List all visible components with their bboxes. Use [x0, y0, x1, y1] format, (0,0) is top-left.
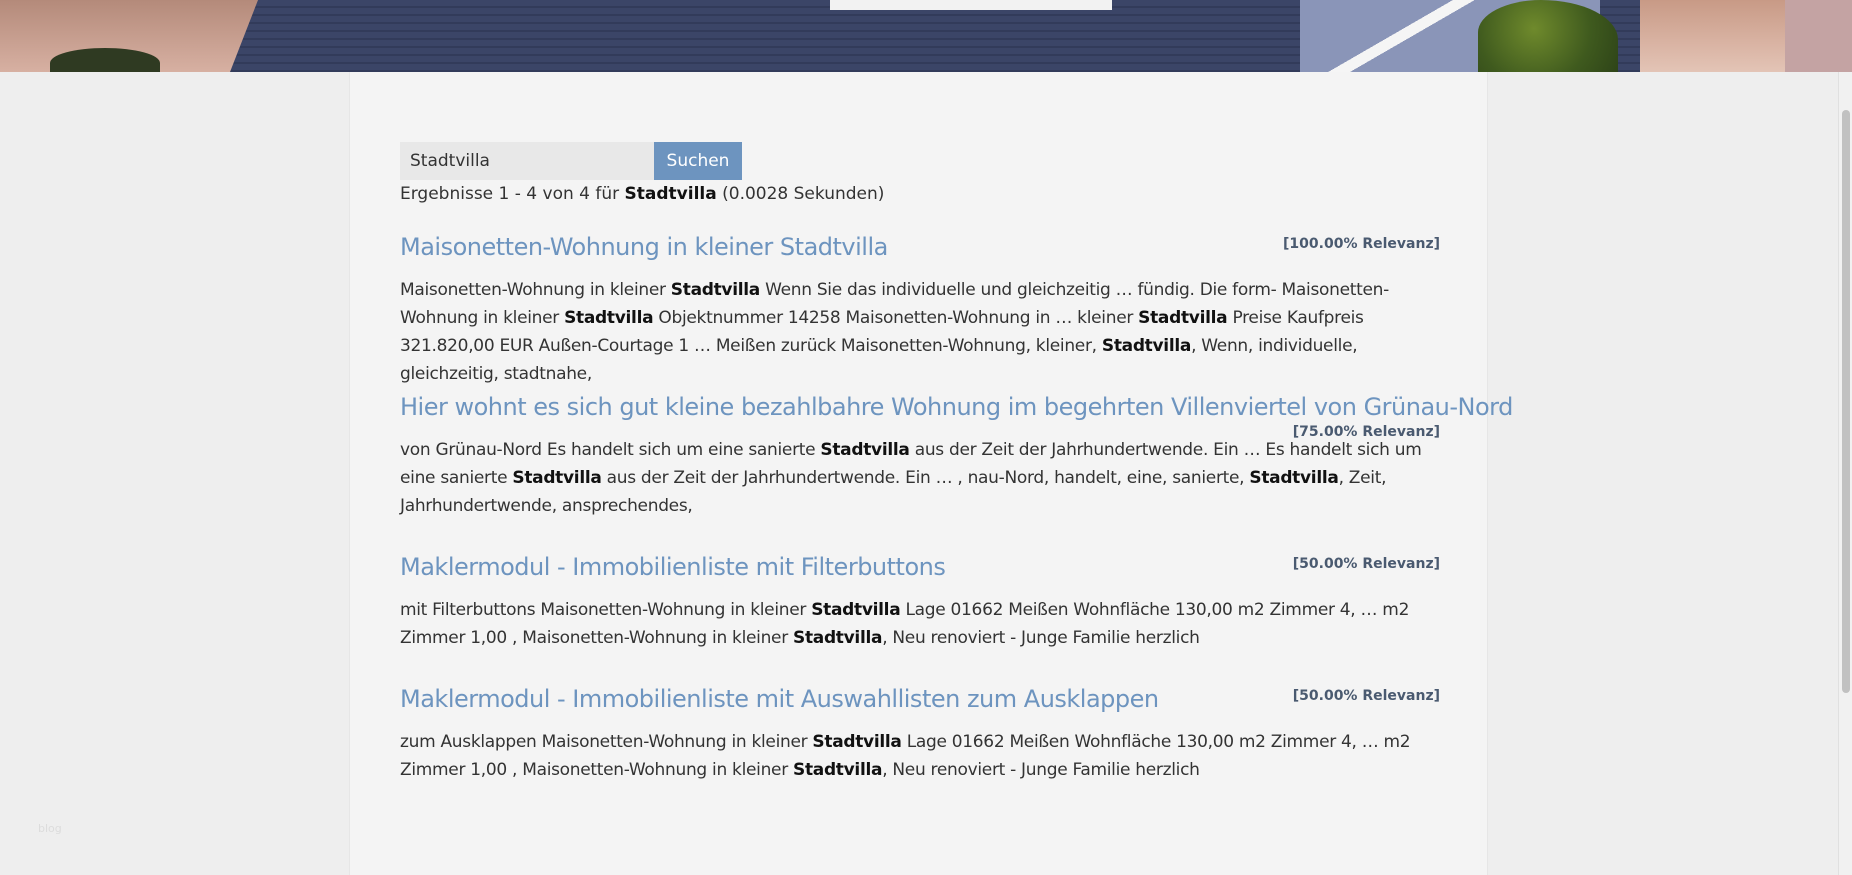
search-result: [50.00% Relevanz] Maklermodul - Immobili… — [400, 552, 1440, 652]
snippet-text: mit Filterbuttons Maisonetten-Wohnung in… — [400, 600, 812, 620]
highlighted-term: Stadtvilla — [820, 440, 910, 460]
result-snippet: mit Filterbuttons Maisonetten-Wohnung in… — [400, 596, 1440, 652]
search-result: Hier wohnt es sich gut kleine bezahlbahr… — [400, 392, 1513, 520]
vertical-scrollbar[interactable] — [1838, 72, 1852, 875]
header-banner-image — [0, 0, 1852, 72]
highlighted-term: Stadtvilla — [1101, 336, 1192, 356]
highlighted-term: Stadtvilla — [793, 760, 883, 780]
search-result: [50.00% Relevanz] Maklermodul - Immobili… — [400, 684, 1440, 784]
snippet-text: , Neu renoviert - Junge Familie herzlich — [882, 628, 1200, 648]
summary-suffix: (0.0028 Sekunden) — [716, 184, 885, 204]
result-title-link[interactable]: Hier wohnt es sich gut kleine bezahlbahr… — [400, 392, 1513, 422]
snippet-text: von Grünau-Nord Es handelt sich um eine … — [400, 440, 821, 460]
result-snippet: zum Ausklappen Maisonetten-Wohnung in kl… — [400, 728, 1440, 784]
result-snippet: von Grünau-Nord Es handelt sich um eine … — [400, 436, 1440, 520]
banner-dormer — [830, 0, 1112, 10]
main-content: Suchen Ergebnisse 1 - 4 von 4 für Stadtv… — [349, 72, 1513, 875]
snippet-text: , Neu renoviert - Junge Familie herzlich — [882, 760, 1200, 780]
results-summary: Ergebnisse 1 - 4 von 4 für Stadtvilla (0… — [400, 182, 884, 206]
result-snippet: Maisonetten-Wohnung in kleiner Stadtvill… — [400, 276, 1440, 388]
highlighted-term: Stadtvilla — [1138, 308, 1228, 328]
banner-edge — [1785, 0, 1852, 72]
highlighted-term: Stadtvilla — [1249, 468, 1339, 488]
snippet-text: Maisonetten-Wohnung in kleiner — [400, 280, 671, 300]
banner-tree-left — [50, 48, 160, 72]
snippet-text: zum Ausklappen Maisonetten-Wohnung in kl… — [400, 732, 813, 752]
highlighted-term: Stadtvilla — [670, 280, 760, 300]
result-title-link[interactable]: Maklermodul - Immobilienliste mit Auswah… — [400, 684, 1440, 714]
result-relevance: [75.00% Relevanz] — [1292, 424, 1440, 440]
highlighted-term: Stadtvilla — [512, 468, 602, 488]
search-result: [100.00% Relevanz] Maisonetten-Wohnung i… — [400, 232, 1440, 388]
highlighted-term: Stadtvilla — [811, 600, 901, 620]
result-title-link[interactable]: Maklermodul - Immobilienliste mit Filter… — [400, 552, 1440, 582]
highlighted-term: Stadtvilla — [564, 308, 654, 328]
result-relevance: [100.00% Relevanz] — [1283, 236, 1440, 252]
scrollbar-thumb[interactable] — [1842, 110, 1850, 693]
summary-prefix: Ergebnisse 1 - 4 von 4 für — [400, 184, 625, 204]
search-form: Suchen — [400, 142, 742, 180]
snippet-text: aus der Zeit der Jahrhundertwende. Ein …… — [601, 468, 1250, 488]
blog-label: blog — [38, 822, 62, 835]
highlighted-term: Stadtvilla — [793, 628, 883, 648]
search-input[interactable] — [400, 142, 654, 180]
snippet-text: Objektnummer 14258 Maisonetten-Wohnung i… — [653, 308, 1139, 328]
result-relevance: [50.00% Relevanz] — [1292, 688, 1440, 704]
highlighted-term: Stadtvilla — [812, 732, 902, 752]
page-background: Suchen Ergebnisse 1 - 4 von 4 für Stadtv… — [0, 72, 1852, 875]
summary-term: Stadtvilla — [624, 184, 717, 204]
search-button[interactable]: Suchen — [654, 142, 742, 180]
result-relevance: [50.00% Relevanz] — [1292, 556, 1440, 572]
